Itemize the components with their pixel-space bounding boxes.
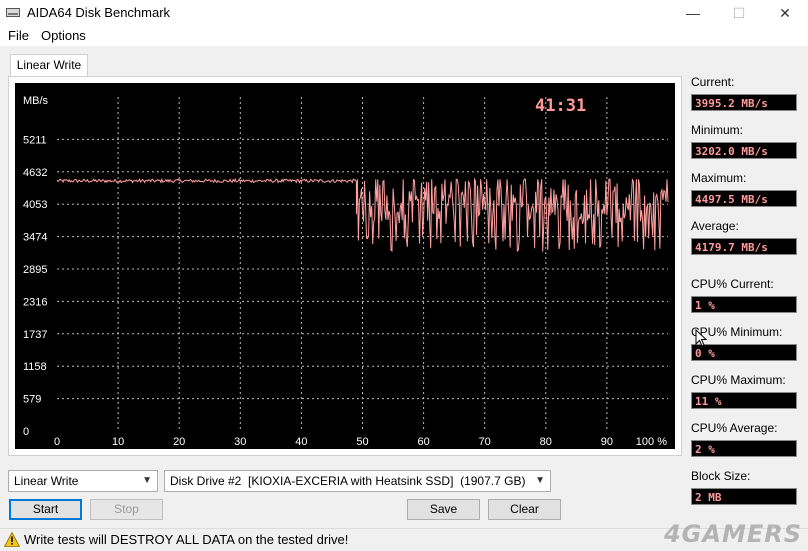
- write-speed-line: [56, 177, 669, 253]
- x-tick-label: 80: [540, 436, 552, 448]
- disk-app-icon: [6, 8, 20, 17]
- warning-message: Write tests will DESTROY ALL DATA on the…: [24, 532, 349, 547]
- clear-button[interactable]: Clear: [488, 499, 561, 520]
- elapsed-timer: 41:31: [535, 96, 586, 116]
- menu-file[interactable]: File: [8, 28, 29, 43]
- cpu-maximum-label: CPU% Maximum:: [691, 373, 786, 387]
- block-size-label: Block Size:: [691, 469, 751, 483]
- window-title: AIDA64 Disk Benchmark: [27, 5, 171, 20]
- y-tick-label: 2316: [23, 296, 47, 308]
- y-tick-label: 2895: [23, 264, 47, 276]
- chevron-down-icon: ▼: [142, 475, 152, 486]
- minimum-value: 3202.0 MB/s: [691, 142, 797, 159]
- title-bar: AIDA64 Disk Benchmark — ☐ ✕: [0, 0, 808, 26]
- x-tick-label: 50: [356, 436, 368, 448]
- x-tick-label: 30: [234, 436, 246, 448]
- y-tick-label: 579: [23, 394, 41, 406]
- close-button[interactable]: ✕: [762, 0, 808, 26]
- test-type-value: Linear Write: [14, 474, 79, 488]
- y-tick-label: 5211: [23, 134, 47, 146]
- tab-linear-write[interactable]: Linear Write: [10, 54, 88, 77]
- y-tick-label: 4053: [23, 199, 47, 211]
- y-tick-label: 3474: [23, 232, 47, 244]
- watermark-logo: 4GAMERS: [663, 520, 802, 548]
- chart-svg: 5211 4632 4053 3474 2895 2316 1737 1158 579 0 0 10…: [23, 95, 669, 448]
- cpu-maximum-value: 11 %: [691, 392, 797, 409]
- start-button[interactable]: Start: [9, 499, 82, 520]
- x-tick-label: 60: [417, 436, 429, 448]
- average-label: Average:: [691, 219, 739, 233]
- cpu-current-value: 1 %: [691, 296, 797, 313]
- chart-panel: 5211 4632 4053 3474 2895 2316 1737 1158 579 0 0 10…: [8, 76, 682, 456]
- maximum-label: Maximum:: [691, 171, 747, 185]
- y-tick-label: 1158: [23, 361, 47, 373]
- x-tick-label: 40: [295, 436, 307, 448]
- minimum-label: Minimum:: [691, 123, 744, 137]
- y-tick-label: 4632: [23, 167, 47, 179]
- block-size-value: 2 MB: [691, 488, 797, 505]
- drive-value: Disk Drive #2 [KIOXIA-EXCERIA with Heats…: [170, 474, 526, 488]
- x-tick-label: 70: [479, 436, 491, 448]
- y-axis-label: MB/s: [23, 95, 49, 107]
- x-tick-label: 90: [601, 436, 613, 448]
- x-tick-label: 100 %: [636, 436, 667, 448]
- menu-bar: File Options: [0, 26, 808, 46]
- warning-icon: [4, 532, 20, 547]
- x-tick-label: 20: [173, 436, 185, 448]
- y-tick-label: 1737: [23, 329, 47, 341]
- cpu-current-label: CPU% Current:: [691, 277, 774, 291]
- save-button[interactable]: Save: [407, 499, 480, 520]
- maximize-button[interactable]: ☐: [716, 0, 762, 26]
- menu-options[interactable]: Options: [41, 28, 86, 43]
- maximum-value: 4497.5 MB/s: [691, 190, 797, 207]
- stop-button[interactable]: Stop: [90, 499, 163, 520]
- drive-select[interactable]: Disk Drive #2 [KIOXIA-EXCERIA with Heats…: [164, 470, 551, 492]
- cpu-average-label: CPU% Average:: [691, 421, 778, 435]
- current-label: Current:: [691, 75, 735, 89]
- minimize-button[interactable]: —: [670, 0, 716, 26]
- x-tick-label: 10: [112, 436, 124, 448]
- y-tick-label: 0: [23, 426, 29, 438]
- average-value: 4179.7 MB/s: [691, 238, 797, 255]
- current-value: 3995.2 MB/s: [691, 94, 797, 111]
- chevron-down-icon: ▼: [535, 475, 545, 486]
- x-tick-label: 0: [54, 436, 60, 448]
- mouse-cursor-icon: [695, 329, 707, 347]
- benchmark-chart: 5211 4632 4053 3474 2895 2316 1737 1158 579 0 0 10…: [15, 83, 675, 449]
- cpu-average-value: 2 %: [691, 440, 797, 457]
- test-type-select[interactable]: Linear Write ▼: [8, 470, 158, 492]
